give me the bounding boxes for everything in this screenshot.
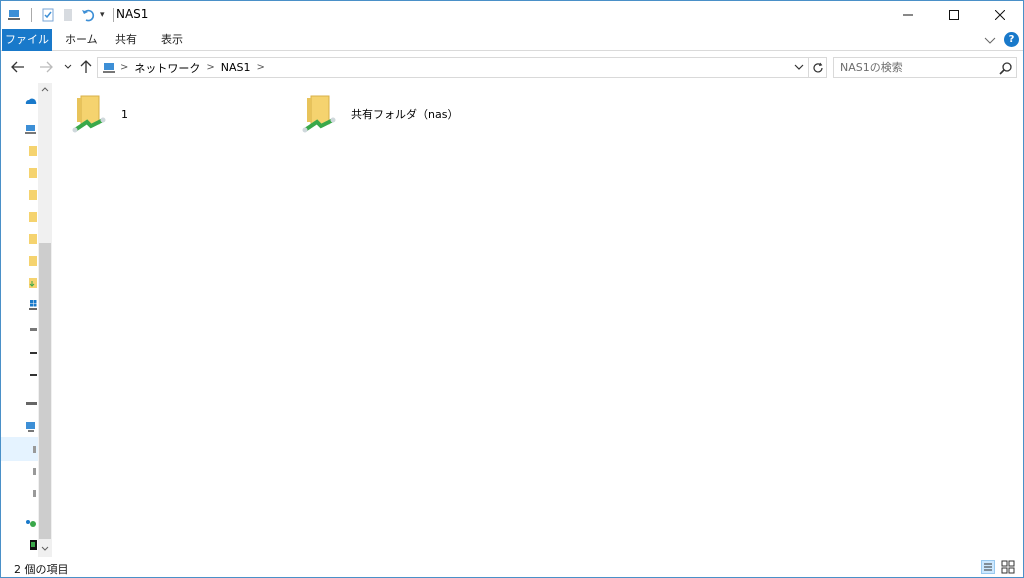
breadcrumb-nas1[interactable]: NAS1: [221, 61, 251, 74]
breadcrumb-network[interactable]: ネットワーク: [134, 60, 200, 76]
chevron-down-icon: [794, 64, 804, 70]
downloads-icon[interactable]: [25, 277, 37, 289]
qat-customize-icon[interactable]: ▾: [100, 10, 105, 20]
media-icon[interactable]: [25, 539, 37, 551]
list-item[interactable]: 共有フォルダ（nas）: [301, 89, 458, 139]
scroll-down-arrow-icon[interactable]: [38, 543, 52, 557]
network-computer-icon[interactable]: [25, 487, 37, 499]
folder-icon[interactable]: [25, 211, 37, 223]
maximize-button[interactable]: [931, 1, 977, 29]
help-icon[interactable]: ?: [1004, 32, 1019, 47]
new-folder-icon[interactable]: [60, 7, 76, 23]
windows-drive-icon[interactable]: [25, 299, 37, 311]
forward-arrow-icon: [40, 61, 53, 73]
item-count: 2 個の項目: [14, 563, 69, 576]
minimize-icon: [903, 14, 913, 16]
close-button[interactable]: [977, 1, 1023, 29]
expand-ribbon-icon[interactable]: [984, 34, 996, 46]
title-bar: ▾ NAS1: [1, 1, 1023, 29]
back-button[interactable]: [9, 58, 27, 76]
navigation-pane[interactable]: [1, 83, 53, 557]
properties-icon[interactable]: [40, 7, 56, 23]
qat-divider: [112, 8, 114, 22]
network-location-icon: [103, 62, 115, 73]
details-view-icon[interactable]: [981, 560, 995, 574]
shared-folder-icon: [72, 95, 106, 133]
homegroup-icon[interactable]: [25, 517, 37, 529]
network-computer-icon[interactable]: [7, 7, 23, 23]
breadcrumb-separator[interactable]: >: [206, 62, 214, 73]
shared-folder-icon: [302, 95, 336, 133]
tab-share[interactable]: 共有: [105, 29, 147, 51]
ribbon-right-controls: ?: [984, 32, 1019, 47]
network-icon[interactable]: [25, 421, 37, 433]
quick-access-toolbar: ▾: [7, 6, 118, 24]
recent-locations-button[interactable]: [59, 58, 77, 76]
tab-home[interactable]: ホーム: [55, 29, 108, 51]
back-arrow-icon: [11, 61, 24, 73]
usb-drive-icon[interactable]: [25, 397, 37, 409]
tab-file[interactable]: ファイル: [2, 29, 52, 51]
large-icons-view-icon[interactable]: [1001, 560, 1015, 574]
explorer-window: ▾ NAS1 ファイル ホーム 共有 表示 ? > ネットワーク > NAS1 …: [0, 0, 1024, 578]
tab-view[interactable]: 表示: [151, 29, 193, 51]
item-label: 共有フォルダ（nas）: [351, 108, 459, 121]
search-input[interactable]: NAS1の検索: [833, 57, 1017, 78]
folder-icon[interactable]: [25, 255, 37, 267]
chevron-down-icon: [64, 64, 72, 69]
close-icon: [995, 10, 1005, 20]
list-item[interactable]: 1: [71, 89, 128, 139]
this-pc-icon[interactable]: [25, 123, 37, 135]
drive-icon[interactable]: [25, 347, 37, 359]
drive-icon[interactable]: [25, 369, 37, 381]
file-list[interactable]: 1 共有フォルダ（nas）: [61, 83, 1021, 557]
folder-icon[interactable]: [25, 145, 37, 157]
forward-button[interactable]: [37, 58, 55, 76]
item-label: 1: [121, 107, 128, 121]
qat-divider: [31, 8, 32, 22]
search-icon[interactable]: [999, 61, 1013, 75]
folder-icon[interactable]: [25, 167, 37, 179]
scrollbar-thumb[interactable]: [39, 243, 51, 539]
folder-icon[interactable]: [25, 189, 37, 201]
up-button[interactable]: [77, 58, 95, 76]
breadcrumb-separator[interactable]: >: [257, 62, 265, 73]
address-dropdown-button[interactable]: [792, 60, 806, 75]
view-switcher: [981, 560, 1015, 574]
ribbon-tabs: ファイル ホーム 共有 表示 ?: [1, 29, 1023, 51]
refresh-icon: [812, 62, 823, 72]
onedrive-icon[interactable]: [25, 95, 37, 107]
drive-icon[interactable]: [25, 323, 37, 335]
scroll-up-arrow-icon[interactable]: [38, 83, 52, 97]
address-bar[interactable]: > ネットワーク > NAS1 >: [97, 57, 809, 78]
minimize-button[interactable]: [885, 1, 931, 29]
undo-icon[interactable]: [80, 7, 96, 23]
status-bar: 2 個の項目: [1, 558, 1023, 577]
maximize-icon: [949, 10, 959, 20]
refresh-button[interactable]: [809, 57, 827, 78]
network-computer-icon[interactable]: [25, 443, 37, 455]
navigation-bar: > ネットワーク > NAS1 > NAS1の検索: [1, 52, 1023, 82]
folder-icon[interactable]: [25, 233, 37, 245]
breadcrumb-separator[interactable]: >: [120, 62, 128, 73]
network-computer-icon[interactable]: [25, 465, 37, 477]
nav-pane-scrollbar[interactable]: [38, 83, 52, 557]
window-title: NAS1: [116, 7, 149, 21]
up-arrow-icon: [80, 60, 92, 73]
window-controls: [885, 1, 1023, 29]
